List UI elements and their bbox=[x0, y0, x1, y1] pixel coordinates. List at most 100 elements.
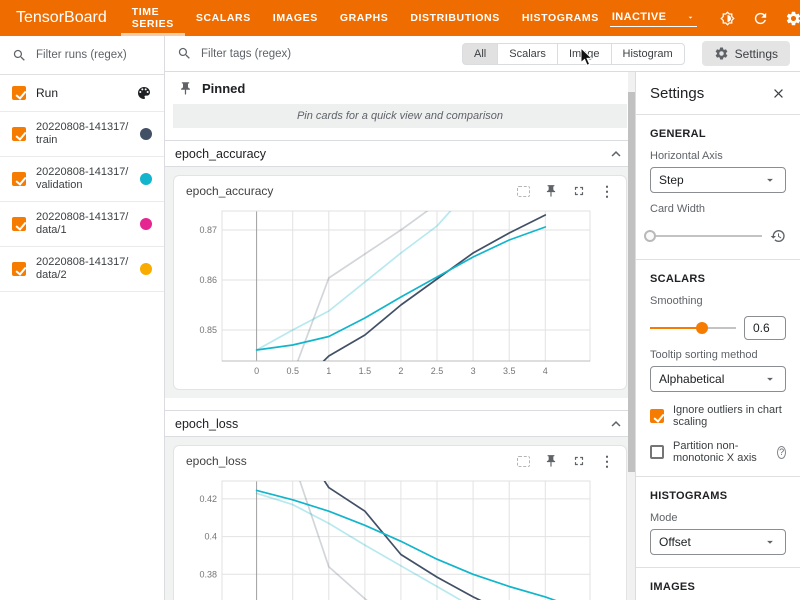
scalar-card-epoch-loss: epoch_loss ⋮ 0.360.380.40.4200.511.522.5… bbox=[173, 445, 627, 600]
card-title: epoch_loss bbox=[186, 454, 517, 468]
run-color-dot bbox=[140, 128, 152, 140]
run-name: 20220808-141317/data/2 bbox=[36, 256, 130, 283]
svg-text:2: 2 bbox=[398, 366, 403, 376]
epoch-loss-chart[interactable]: 0.360.380.40.4200.511.522.533.54 bbox=[186, 478, 600, 600]
svg-text:1.5: 1.5 bbox=[359, 366, 372, 376]
more-options-icon[interactable]: ⋮ bbox=[600, 454, 614, 468]
smoothing-slider[interactable] bbox=[650, 322, 736, 334]
search-icon bbox=[177, 46, 192, 61]
tag-group-epoch-loss: epoch_loss epoch_loss bbox=[165, 410, 635, 600]
smoothing-label: Smoothing bbox=[650, 295, 786, 307]
horizontal-axis-value: Step bbox=[659, 173, 763, 187]
tags-toolbar: Filter tags (regex) All Scalars Image Hi… bbox=[165, 36, 800, 72]
fullscreen-icon[interactable] bbox=[572, 184, 586, 198]
filter-scalars-button[interactable]: Scalars bbox=[497, 43, 558, 65]
tab-images[interactable]: IMAGES bbox=[262, 0, 329, 36]
chevron-up-icon[interactable] bbox=[607, 145, 625, 163]
svg-text:0.85: 0.85 bbox=[199, 325, 217, 335]
horizontal-axis-label: Horizontal Axis bbox=[650, 150, 786, 162]
more-options-icon[interactable]: ⋮ bbox=[600, 184, 614, 198]
run-name: 20220808-141317/data/1 bbox=[36, 211, 130, 238]
gear-icon bbox=[714, 46, 729, 61]
help-icon[interactable]: ? bbox=[777, 446, 786, 459]
status-label: INACTIVE bbox=[612, 11, 667, 23]
filter-runs-search[interactable]: Filter runs (regex) bbox=[0, 36, 164, 75]
fit-to-data-icon[interactable] bbox=[517, 456, 530, 467]
filter-runs-placeholder: Filter runs (regex) bbox=[36, 49, 127, 61]
group-header-epoch-accuracy[interactable]: epoch_accuracy bbox=[165, 140, 635, 167]
tag-filter-group: All Scalars Image Histogram bbox=[462, 43, 685, 65]
svg-text:0.87: 0.87 bbox=[199, 225, 217, 235]
filter-tags-input[interactable]: Filter tags (regex) bbox=[201, 48, 453, 60]
run-color-dot bbox=[140, 263, 152, 275]
search-icon bbox=[12, 48, 27, 63]
svg-text:3: 3 bbox=[471, 366, 476, 376]
run-checkbox[interactable] bbox=[12, 217, 26, 231]
run-name: 20220808-141317/train bbox=[36, 121, 130, 148]
chevron-down-icon bbox=[763, 535, 777, 549]
run-list-item[interactable]: 20220808-141317/train bbox=[0, 112, 164, 157]
group-header-epoch-loss[interactable]: epoch_loss bbox=[165, 410, 635, 437]
refresh-icon[interactable] bbox=[751, 9, 769, 27]
svg-text:1: 1 bbox=[326, 366, 331, 376]
histogram-mode-label: Mode bbox=[650, 512, 786, 524]
vertical-scrollbar[interactable] bbox=[628, 72, 635, 600]
close-icon[interactable] bbox=[771, 86, 786, 101]
tooltip-sorting-dropdown[interactable]: Alphabetical bbox=[650, 366, 786, 392]
run-checkbox[interactable] bbox=[12, 127, 26, 141]
fullscreen-icon[interactable] bbox=[572, 454, 586, 468]
pinned-empty-banner: Pin cards for a quick view and compariso… bbox=[173, 104, 627, 128]
tab-histograms[interactable]: HISTOGRAMS bbox=[511, 0, 610, 36]
run-checkbox[interactable] bbox=[12, 172, 26, 186]
run-list-item[interactable]: 20220808-141317/data/2 bbox=[0, 247, 164, 292]
partition-x-axis-label: Partition non-monotonic X axis bbox=[673, 440, 766, 464]
palette-icon[interactable] bbox=[136, 85, 152, 101]
runs-column-label: Run bbox=[36, 86, 126, 100]
settings-panel-title: Settings bbox=[650, 85, 771, 102]
svg-text:0.86: 0.86 bbox=[199, 275, 217, 285]
run-checkbox[interactable] bbox=[12, 262, 26, 276]
tag-group-epoch-accuracy: epoch_accuracy epoch_accuracy bbox=[165, 140, 635, 398]
group-title: epoch_accuracy bbox=[175, 147, 607, 161]
fit-to-data-icon[interactable] bbox=[517, 186, 530, 197]
tab-scalars[interactable]: SCALARS bbox=[185, 0, 262, 36]
runs-sidebar: Filter runs (regex) Run 20220808-141317/… bbox=[0, 36, 165, 600]
settings-button[interactable]: Settings bbox=[702, 41, 790, 66]
partition-x-axis-checkbox[interactable] bbox=[650, 445, 664, 459]
tab-graphs[interactable]: GRAPHS bbox=[329, 0, 400, 36]
brightness-toggle-icon[interactable] bbox=[718, 9, 736, 27]
settings-button-label: Settings bbox=[735, 47, 778, 61]
pin-card-icon[interactable] bbox=[544, 454, 558, 468]
svg-text:0.42: 0.42 bbox=[199, 494, 217, 504]
horizontal-axis-dropdown[interactable]: Step bbox=[650, 167, 786, 193]
tab-distributions[interactable]: DISTRIBUTIONS bbox=[399, 0, 510, 36]
svg-text:0: 0 bbox=[254, 366, 259, 376]
chevron-up-icon[interactable] bbox=[607, 415, 625, 433]
histogram-mode-dropdown[interactable]: Offset bbox=[650, 529, 786, 555]
ignore-outliers-checkbox[interactable] bbox=[650, 409, 664, 423]
settings-panel: Settings GENERAL Horizontal Axis Step Ca… bbox=[635, 72, 800, 600]
epoch-accuracy-chart[interactable]: 0.850.860.8700.511.522.533.54 bbox=[186, 208, 600, 378]
chevron-down-icon bbox=[686, 13, 695, 22]
tensorboard-logo[interactable]: TensorBoard bbox=[0, 0, 121, 36]
scrollbar-thumb[interactable] bbox=[628, 92, 635, 472]
app-header: TensorBoard TIME SERIES SCALARS IMAGES G… bbox=[0, 0, 800, 36]
tooltip-sorting-value: Alphabetical bbox=[659, 372, 763, 386]
scalar-card-epoch-accuracy: epoch_accuracy ⋮ 0.850.860.8700.511.522.… bbox=[173, 175, 627, 390]
run-list-item[interactable]: 20220808-141317/validation bbox=[0, 157, 164, 202]
tab-time-series[interactable]: TIME SERIES bbox=[121, 0, 185, 36]
pinned-title: Pinned bbox=[202, 81, 245, 96]
select-all-runs-checkbox[interactable] bbox=[12, 86, 26, 100]
run-list-header: Run bbox=[0, 75, 164, 112]
reset-icon[interactable] bbox=[770, 228, 786, 244]
filter-histogram-button[interactable]: Histogram bbox=[611, 43, 685, 65]
smoothing-input[interactable] bbox=[744, 316, 786, 340]
card-width-slider[interactable] bbox=[650, 230, 762, 242]
svg-text:3.5: 3.5 bbox=[503, 366, 516, 376]
gear-icon[interactable] bbox=[784, 9, 800, 27]
filter-image-button[interactable]: Image bbox=[557, 43, 612, 65]
run-list-item[interactable]: 20220808-141317/data/1 bbox=[0, 202, 164, 247]
filter-all-button[interactable]: All bbox=[462, 43, 498, 65]
pin-card-icon[interactable] bbox=[544, 184, 558, 198]
reload-status-dropdown[interactable]: INACTIVE bbox=[610, 9, 698, 27]
